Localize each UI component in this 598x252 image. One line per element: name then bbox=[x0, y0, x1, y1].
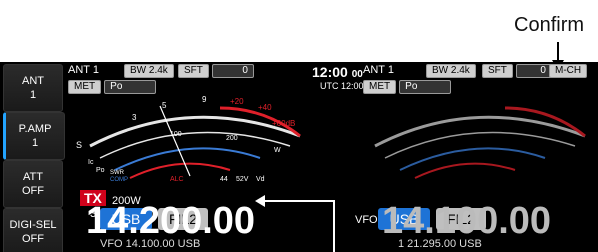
s-plus20: +20 bbox=[230, 97, 244, 106]
vd-52: 52V bbox=[236, 176, 249, 183]
pamp-button-label: P.AMP bbox=[18, 123, 52, 135]
sub-sub-readout: 1 21.295.00 USB bbox=[398, 238, 482, 250]
mch-badge[interactable]: M-CH bbox=[549, 64, 588, 78]
sub-sft-value: 0 bbox=[515, 64, 552, 78]
clock-sec: 00 bbox=[351, 69, 363, 80]
digisel-button[interactable]: DIGI-SEL OFF bbox=[3, 208, 63, 252]
main-sft-value: 0 bbox=[211, 64, 254, 78]
radio-display: ANT 1 P.AMP 1 ATT OFF DIGI-SEL OFF ANT 1… bbox=[0, 62, 598, 252]
po-100: 100 bbox=[170, 131, 182, 138]
po-label: Po bbox=[96, 167, 105, 174]
sub-bw: BW 2.4k bbox=[426, 64, 476, 78]
att-button-label: ATT bbox=[23, 171, 43, 183]
pamp-button[interactable]: P.AMP 1 bbox=[3, 112, 65, 160]
confirm-arrow bbox=[552, 42, 564, 70]
po-200: 200 bbox=[226, 135, 238, 142]
main-frequency[interactable]: 14.200.00 bbox=[86, 202, 255, 240]
sub-sft-badge[interactable]: SFT 0 bbox=[482, 64, 552, 78]
clock-hm: 12:00 bbox=[312, 64, 348, 80]
main-bw: BW 2.4k bbox=[124, 64, 174, 78]
s-plus60: +60dB bbox=[272, 119, 295, 128]
s-label: S bbox=[76, 140, 82, 150]
sub-frequency[interactable]: 14.100.00 bbox=[382, 202, 551, 240]
po-w: W bbox=[274, 147, 281, 154]
swr-label: SWR bbox=[110, 170, 125, 176]
digisel-button-value: OFF bbox=[22, 233, 44, 245]
main-ant: ANT 1 bbox=[68, 64, 99, 76]
confirm-label: Confirm bbox=[514, 14, 585, 36]
s-5: 5 bbox=[162, 101, 167, 110]
main-sft-label: SFT bbox=[178, 64, 209, 78]
sub-vfo-label: VFO bbox=[355, 214, 378, 226]
s-plus40: +40 bbox=[258, 103, 272, 112]
sub-bw-badge[interactable]: BW 2.4k bbox=[426, 64, 476, 78]
alc-label: ALC bbox=[170, 176, 184, 183]
sub-meter bbox=[374, 106, 586, 179]
sidebar: ANT 1 P.AMP 1 ATT OFF DIGI-SEL OFF bbox=[0, 62, 65, 252]
vd-44: 44 bbox=[220, 176, 228, 183]
frequency-pointer-arrow bbox=[255, 195, 333, 207]
pamp-button-value: 1 bbox=[31, 137, 39, 149]
vd-label: Vd bbox=[256, 176, 265, 183]
sub-ant: ANT 1 bbox=[363, 64, 394, 76]
s-9: 9 bbox=[202, 95, 207, 104]
sub-sft-label: SFT bbox=[482, 64, 513, 78]
main-meter: S 3 5 9 +20 +40 +60dB Ic Po 100 200 W SW… bbox=[76, 95, 301, 183]
att-button[interactable]: ATT OFF bbox=[3, 160, 63, 208]
digisel-button-label: DIGI-SEL bbox=[9, 219, 57, 231]
frequency-pointer-line bbox=[333, 200, 335, 252]
main-bw-badge[interactable]: BW 2.4k bbox=[124, 64, 174, 78]
clock-time: 12:00 00 bbox=[312, 64, 363, 80]
ant-button-label: ANT bbox=[22, 75, 44, 87]
comp-label: COMP bbox=[110, 177, 128, 183]
ant-button[interactable]: ANT 1 bbox=[3, 64, 63, 112]
main-sft-badge[interactable]: SFT 0 bbox=[178, 64, 254, 78]
s-3: 3 bbox=[132, 113, 137, 122]
ic-label: Ic bbox=[88, 159, 94, 166]
ant-button-value: 1 bbox=[29, 89, 37, 101]
att-button-value: OFF bbox=[22, 185, 44, 197]
main-sub-readout: VFO 14.100.00 USB bbox=[100, 238, 201, 250]
mch-label: M-CH bbox=[549, 64, 588, 78]
